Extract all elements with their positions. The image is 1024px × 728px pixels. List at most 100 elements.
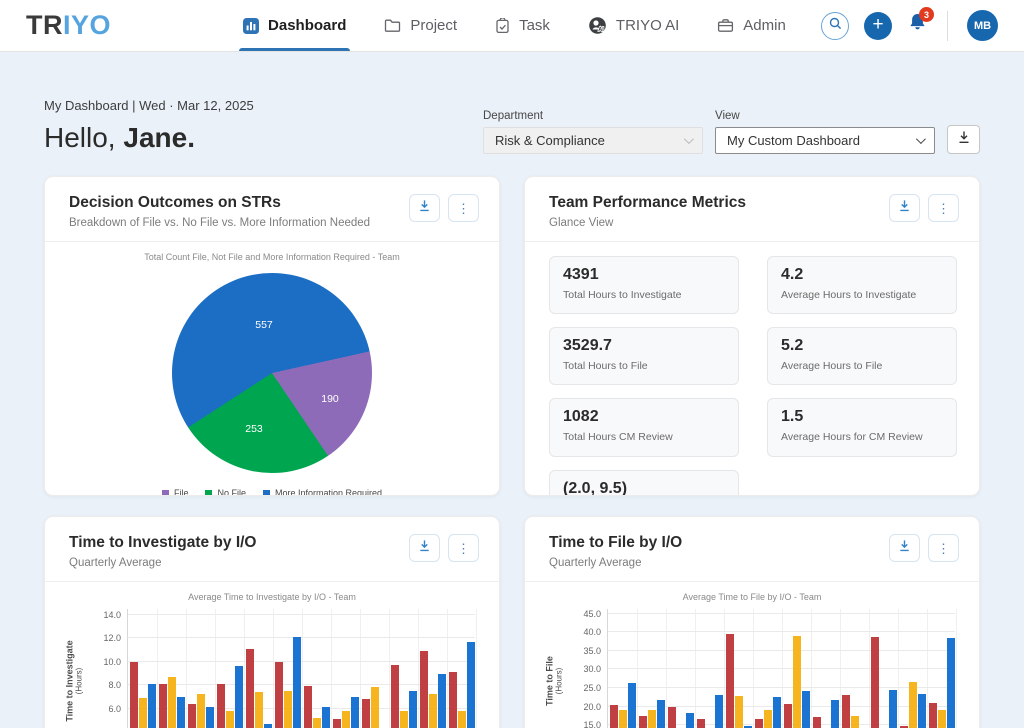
- bar-blue[interactable]: [947, 638, 955, 728]
- bar-red[interactable]: [130, 662, 138, 728]
- pie-graphic[interactable]: [172, 273, 372, 473]
- bar-yellow[interactable]: [168, 677, 176, 728]
- metric-label: Total Hours to File: [563, 359, 725, 374]
- bar-red[interactable]: [697, 719, 705, 728]
- bar-red[interactable]: [217, 684, 225, 728]
- bar-red[interactable]: [755, 719, 763, 728]
- bar-yellow[interactable]: [458, 711, 466, 728]
- bar-red[interactable]: [871, 637, 879, 728]
- more-options-button[interactable]: ⋮: [928, 534, 959, 562]
- bar-yellow[interactable]: [764, 710, 772, 728]
- bar-blue[interactable]: [628, 683, 636, 728]
- view-select[interactable]: My Custom Dashboard: [715, 127, 935, 154]
- bar-red[interactable]: [449, 672, 457, 728]
- department-select[interactable]: Risk & Compliance: [483, 127, 703, 154]
- bar-yellow[interactable]: [313, 718, 321, 728]
- bar-red[interactable]: [929, 703, 937, 728]
- bar-blue[interactable]: [322, 707, 330, 728]
- pie-slice-value: 253: [245, 423, 263, 435]
- more-options-button[interactable]: ⋮: [448, 194, 479, 222]
- tab-admin[interactable]: Admin: [717, 0, 786, 51]
- download-chart-button[interactable]: [409, 534, 440, 562]
- notifications-button[interactable]: 3: [907, 12, 928, 39]
- bar-yellow[interactable]: [793, 636, 801, 728]
- bar-yellow[interactable]: [619, 710, 627, 728]
- search-button[interactable]: [821, 12, 849, 40]
- tab-project[interactable]: Project: [384, 0, 457, 51]
- more-options-button[interactable]: ⋮: [448, 534, 479, 562]
- bar-blue[interactable]: [177, 697, 185, 728]
- bar-blue[interactable]: [715, 695, 723, 728]
- bar-red[interactable]: [246, 649, 254, 728]
- metric-tile: 4391Total Hours to Investigate: [549, 256, 739, 314]
- bar-red[interactable]: [784, 704, 792, 728]
- bar-red[interactable]: [813, 717, 821, 728]
- bar-blue[interactable]: [467, 642, 475, 728]
- bar-yellow[interactable]: [735, 696, 743, 728]
- bar-yellow[interactable]: [226, 711, 234, 728]
- bar-red[interactable]: [188, 704, 196, 728]
- bell-icon: [907, 21, 928, 38]
- bar-red[interactable]: [420, 651, 428, 728]
- more-options-button[interactable]: ⋮: [928, 194, 959, 222]
- bar-blue[interactable]: [831, 700, 839, 728]
- bar-red[interactable]: [391, 665, 399, 728]
- bar-blue[interactable]: [802, 691, 810, 728]
- bar-yellow[interactable]: [197, 694, 205, 728]
- bar-blue[interactable]: [438, 674, 446, 728]
- bar-red[interactable]: [726, 634, 734, 728]
- metric-value: (2.0, 9.5): [563, 480, 725, 496]
- bar-blue[interactable]: [148, 684, 156, 728]
- bar-yellow[interactable]: [342, 711, 350, 728]
- bar-red[interactable]: [159, 684, 167, 728]
- card-time-to-investigate: Time to Investigate by I/O Quarterly Ave…: [44, 516, 500, 728]
- add-button[interactable]: +: [864, 12, 892, 40]
- brand-logo[interactable]: TRIYO: [26, 10, 111, 41]
- bar-blue[interactable]: [773, 697, 781, 728]
- tab-triyo-ai[interactable]: AITRIYO AI: [588, 0, 679, 51]
- bar-plot-area[interactable]: 15.020.025.030.035.040.045.0: [607, 609, 955, 728]
- metric-value: 1.5: [781, 408, 943, 426]
- bar-yellow[interactable]: [371, 687, 379, 728]
- download-chart-button[interactable]: [409, 194, 440, 222]
- bar-yellow[interactable]: [284, 691, 292, 728]
- bar-blue[interactable]: [686, 713, 694, 728]
- bar-plot-area[interactable]: 6.08.010.012.014.0: [127, 609, 475, 728]
- bar-blue[interactable]: [293, 637, 301, 728]
- download-chart-button[interactable]: [889, 534, 920, 562]
- bar-red[interactable]: [362, 699, 370, 728]
- bar-yellow[interactable]: [938, 710, 946, 728]
- bar-yellow[interactable]: [429, 694, 437, 728]
- bar-yellow[interactable]: [255, 692, 263, 728]
- bar-yellow[interactable]: [400, 711, 408, 728]
- bar-red[interactable]: [668, 707, 676, 728]
- bar-red[interactable]: [639, 716, 647, 728]
- bar-yellow[interactable]: [139, 698, 147, 728]
- export-dashboard-button[interactable]: [947, 125, 980, 154]
- bar-blue[interactable]: [657, 700, 665, 728]
- view-control: View My Custom Dashboard: [715, 110, 935, 154]
- bar-blue[interactable]: [206, 707, 214, 728]
- y-axis-units: (Hours): [555, 656, 564, 706]
- svg-text:AI: AI: [598, 27, 604, 33]
- download-chart-button[interactable]: [889, 194, 920, 222]
- bar-blue[interactable]: [918, 694, 926, 728]
- metric-tile: 1.5Average Hours for CM Review: [767, 398, 957, 456]
- bar-yellow[interactable]: [909, 682, 917, 728]
- bar-blue[interactable]: [235, 666, 243, 728]
- bar-blue[interactable]: [264, 724, 272, 728]
- bar-red[interactable]: [842, 695, 850, 728]
- bar-red[interactable]: [304, 686, 312, 728]
- tab-dashboard[interactable]: Dashboard: [243, 0, 346, 51]
- bar-yellow[interactable]: [851, 716, 859, 728]
- avatar[interactable]: MB: [967, 10, 998, 41]
- bar-blue[interactable]: [889, 690, 897, 728]
- bar-red[interactable]: [610, 705, 618, 728]
- tab-task[interactable]: Task: [495, 0, 550, 51]
- bar-red[interactable]: [333, 719, 341, 728]
- nav-right-cluster: + 3 MB: [821, 10, 998, 41]
- bar-blue[interactable]: [351, 697, 359, 728]
- bar-blue[interactable]: [409, 691, 417, 728]
- bar-red[interactable]: [275, 662, 283, 728]
- bar-yellow[interactable]: [648, 710, 656, 728]
